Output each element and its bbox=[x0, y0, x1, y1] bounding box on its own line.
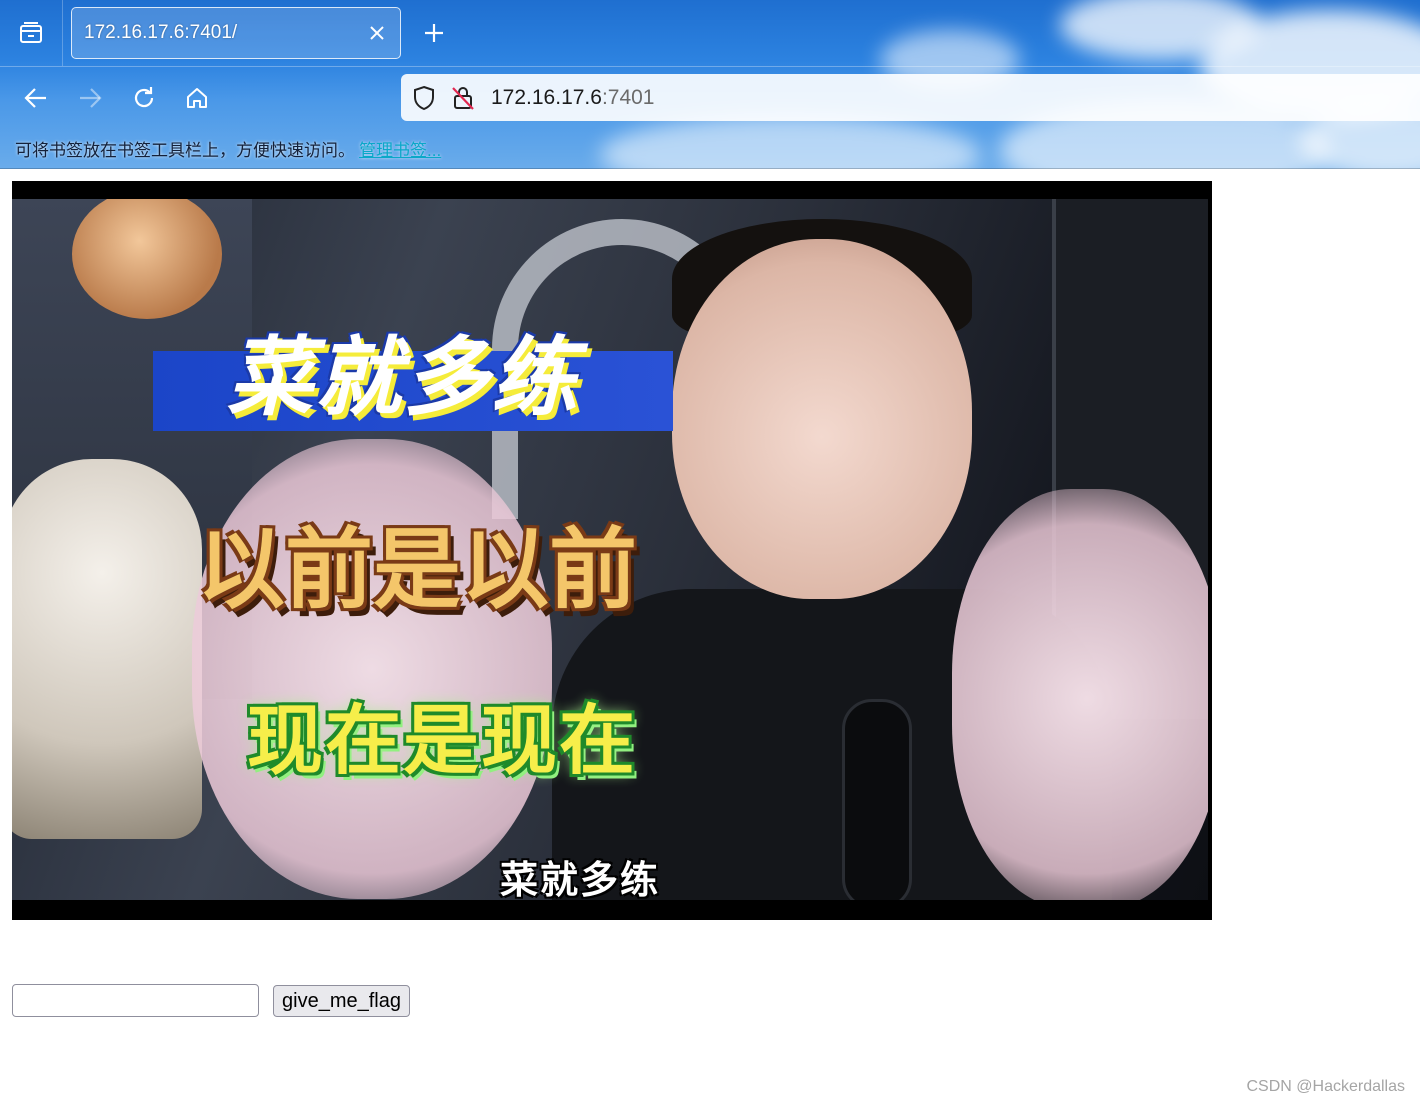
navigation-toolbar: 172.16.17.6:7401 bbox=[0, 66, 1420, 128]
browser-chrome: 172.16.17.6:7401/ 172.16.17.6:7401 可将书签放… bbox=[0, 0, 1420, 169]
person-hand-right bbox=[952, 489, 1208, 900]
watermark: CSDN @Hackerdallas bbox=[1246, 1078, 1405, 1095]
close-icon bbox=[370, 26, 384, 40]
arrow-right-icon bbox=[80, 88, 102, 108]
caption-top: 菜就多练 bbox=[227, 328, 579, 428]
bookmarks-empty-message: 可将书签放在书签工具栏上，方便快速访问。 bbox=[15, 140, 355, 160]
home-button[interactable] bbox=[177, 79, 217, 117]
new-tab-button[interactable] bbox=[416, 15, 452, 51]
person-face bbox=[672, 239, 972, 599]
insecure-connection-icon[interactable] bbox=[449, 84, 477, 112]
url-port: :7401 bbox=[601, 85, 655, 109]
tracking-protection-icon[interactable] bbox=[410, 84, 438, 112]
caption-bottom: 现在是现在 bbox=[247, 696, 637, 785]
astronaut-figure bbox=[12, 459, 202, 839]
close-tab-button[interactable] bbox=[362, 18, 392, 48]
reload-button[interactable] bbox=[124, 79, 164, 117]
url-host: 172.16.17.6 bbox=[491, 85, 602, 109]
active-tab[interactable]: 172.16.17.6:7401/ bbox=[71, 7, 401, 59]
arrow-left-icon bbox=[24, 88, 46, 108]
video-player[interactable]: 菜就多练 以前是以前 现在是现在 菜就多练 bbox=[12, 181, 1212, 920]
plus-icon bbox=[425, 24, 443, 42]
tab-list-icon bbox=[20, 22, 42, 43]
manage-bookmarks-link[interactable]: 管理书签... bbox=[359, 136, 441, 161]
tab-title: 172.16.17.6:7401/ bbox=[84, 22, 238, 43]
microphone bbox=[842, 699, 912, 900]
url-text: 172.16.17.6:7401 bbox=[491, 86, 655, 110]
back-button[interactable] bbox=[16, 79, 56, 117]
home-icon bbox=[187, 88, 207, 108]
list-all-tabs-button[interactable] bbox=[0, 0, 63, 66]
lock-insecure-icon bbox=[452, 86, 474, 110]
tab-strip: 172.16.17.6:7401/ bbox=[0, 0, 1420, 66]
video-frame: 菜就多练 以前是以前 现在是现在 菜就多练 bbox=[12, 199, 1208, 900]
address-bar[interactable]: 172.16.17.6:7401 bbox=[401, 74, 1420, 121]
flag-input[interactable] bbox=[12, 984, 259, 1017]
video-subtitle: 菜就多练 bbox=[500, 858, 661, 900]
give-me-flag-button[interactable]: give_me_flag bbox=[273, 985, 410, 1017]
bookmarks-toolbar: 可将书签放在书签工具栏上，方便快速访问。 管理书签... bbox=[0, 128, 1420, 169]
forward-button[interactable] bbox=[70, 79, 110, 117]
shield-icon bbox=[414, 85, 434, 110]
caption-middle: 以前是以前 bbox=[197, 518, 638, 621]
reload-icon bbox=[134, 87, 154, 108]
